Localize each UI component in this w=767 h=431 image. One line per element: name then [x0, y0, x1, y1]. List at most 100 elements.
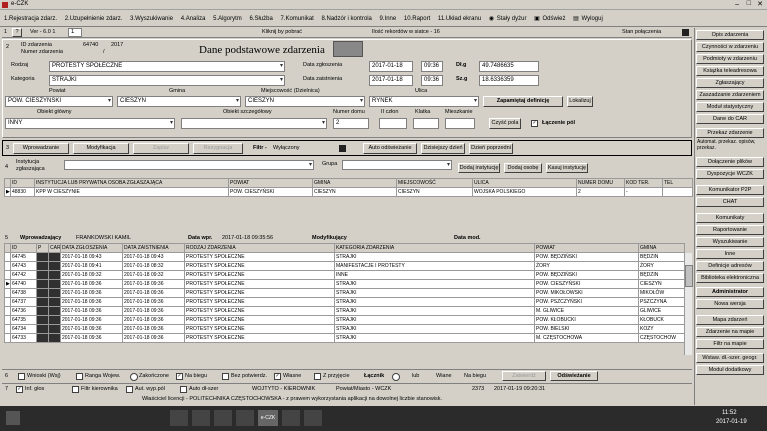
- grupa-select[interactable]: [342, 160, 452, 170]
- menu-analiza[interactable]: 4.Analiza: [181, 16, 206, 22]
- table-row[interactable]: 64734 2017-01-18 09:36 2017-01-18 09:36 PRO…: [4, 324, 685, 334]
- table-row[interactable]: 64733 2017-01-18 09:36 2017-01-18 09:36 PRO…: [4, 333, 685, 343]
- minimize-button[interactable]: –: [735, 1, 739, 8]
- taskbar-app-6[interactable]: [304, 410, 322, 426]
- czynnosci-w-zdarzeniu-button[interactable]: Czynności w zdarzeniu: [696, 42, 764, 52]
- menu-uklad[interactable]: 11.Układ ekranu: [438, 16, 481, 22]
- zatwierdz-button[interactable]: Zatwierdź: [502, 371, 546, 381]
- menu-komunikat[interactable]: 7.Komunikat: [280, 16, 313, 22]
- numer-domu-field[interactable]: 2: [333, 118, 369, 129]
- table-row[interactable]: 64738 2017-01-18 09:36 2017-01-18 09:36 PRO…: [4, 288, 685, 298]
- filter-z-przyjecie[interactable]: [314, 373, 321, 380]
- wstaw-dl-szer-button[interactable]: Wstaw. dł.-szer. geogr.: [696, 353, 764, 363]
- gmina-select[interactable]: CIESZYN: [117, 96, 241, 107]
- dodaj-instytucje-button[interactable]: Dodaj instytucję: [458, 163, 500, 173]
- column-header[interactable]: NUMER DOMU: [576, 178, 625, 188]
- close-button[interactable]: ✕: [757, 0, 763, 8]
- column-header[interactable]: MIEJSCOWOŚĆ: [396, 178, 473, 188]
- menu-wyloguj[interactable]: Wyloguj: [582, 16, 603, 22]
- menu-algorytm[interactable]: 5.Algorytm: [213, 16, 242, 22]
- menu-inne[interactable]: 9.Inne: [380, 16, 397, 22]
- raportowanie-button[interactable]: Raportowanie: [696, 225, 764, 235]
- page-field[interactable]: 1: [68, 28, 82, 37]
- menu-sluzba[interactable]: 6.Służba: [249, 16, 272, 22]
- lacznik-radio[interactable]: [392, 373, 400, 381]
- kategoria-select[interactable]: STRAJKI: [49, 75, 285, 86]
- odswiezanie-button[interactable]: Odświeżanie: [550, 371, 598, 381]
- ii-czlon-field[interactable]: [379, 118, 407, 129]
- filtr-kierownika-checkbox[interactable]: [72, 386, 79, 393]
- column-header[interactable]: RODZAJ ZDARZENIA: [184, 243, 335, 253]
- komunikator-p2p-button[interactable]: Komunikator P2P: [696, 185, 764, 195]
- filter-bez-potw[interactable]: [222, 373, 229, 380]
- help-button[interactable]: ?: [12, 28, 22, 37]
- filter-na-biegu[interactable]: ✓: [176, 373, 183, 380]
- column-header[interactable]: TEL: [662, 178, 693, 188]
- zdarzenie-na-mapie-button[interactable]: Zdarzenie na mapie: [696, 327, 764, 337]
- zaszadzanie-zdarzeniem-button[interactable]: Zaszadzanie zdarzeniem: [696, 90, 764, 100]
- opis-zdarzenia-button[interactable]: Opis zdarzenia: [696, 30, 764, 40]
- godz-zaistnienia-field[interactable]: 09:36: [421, 75, 443, 86]
- table-row[interactable]: 64743 2017-01-18 09:41 2017-01-18 08:32 PRO…: [4, 261, 685, 271]
- column-header[interactable]: GMINA: [312, 178, 397, 188]
- maximize-button[interactable]: □: [747, 0, 751, 7]
- laczenie-pol-checkbox[interactable]: ✓: [531, 120, 538, 127]
- menu-uzupelnienie[interactable]: 2.Uzupełnienie zdarz.: [65, 16, 123, 22]
- mieszkanie-field[interactable]: [445, 118, 475, 129]
- czysc-pola-button[interactable]: Czyść pola: [489, 118, 521, 129]
- column-header[interactable]: CAR: [48, 243, 61, 253]
- taskbar-app-1[interactable]: [170, 410, 188, 426]
- click-hint[interactable]: Kliknij by pobrać: [262, 29, 302, 36]
- column-header[interactable]: P: [36, 243, 49, 253]
- przekaz-zdarzenie-button[interactable]: Przekaz zdarzenie: [696, 128, 764, 138]
- rezygnacja-button[interactable]: Rezygnacja: [193, 143, 243, 154]
- column-header[interactable]: ID: [10, 178, 35, 188]
- zglaszajacy-button[interactable]: Zgłaszający: [696, 78, 764, 88]
- menu-nadzor[interactable]: 8.Nadzór i kontrola: [322, 16, 372, 22]
- biblioteka-elektroniczna-button[interactable]: Biblioteka elektroniczna: [696, 273, 764, 283]
- column-header[interactable]: DATA ZGŁOSZENIA: [60, 243, 123, 253]
- komunikaty-button[interactable]: Komunikaty: [696, 213, 764, 223]
- auto-odswiezanie-button[interactable]: Auto odświeżanie: [363, 143, 417, 154]
- table-row[interactable]: ▶ 48830 KPP W CIESZYNIE POW. CIESZYŃSKI …: [4, 187, 693, 197]
- nowa-wersja-button[interactable]: Nowa wersja: [696, 299, 764, 309]
- taskbar-eczk[interactable]: e-CZK: [258, 410, 278, 426]
- lokalizuj-button[interactable]: Lokalizuj: [567, 96, 593, 107]
- instytucja-select[interactable]: [64, 160, 314, 170]
- taskbar-app-2[interactable]: [192, 410, 210, 426]
- dyspozycje-wczk-button[interactable]: Dyspozycje WCZK: [696, 169, 764, 179]
- zapamietaj-button[interactable]: Zapamiętaj definicję: [483, 96, 563, 107]
- start-icon[interactable]: [6, 411, 20, 425]
- column-header[interactable]: ULICA: [472, 178, 577, 188]
- zapisz-button[interactable]: Zapisz: [133, 143, 189, 154]
- chat-button[interactable]: CHAT: [696, 197, 764, 207]
- administrator-button[interactable]: Administrator: [696, 287, 764, 297]
- rodzaj-select[interactable]: PROTESTY SPOŁECZNE: [49, 61, 285, 72]
- table-row[interactable]: 64742 2017-01-18 09:32 2017-01-18 09:32 PRO…: [4, 270, 685, 280]
- auto-dl-checkbox[interactable]: [180, 386, 187, 393]
- dolaczenie-plikow-button[interactable]: Dołączenie plików: [696, 157, 764, 167]
- wprowadzanie-button[interactable]: Wprowadzanie: [13, 143, 69, 154]
- filter-ranga[interactable]: [76, 373, 83, 380]
- ulica-select[interactable]: RYNEK: [369, 96, 479, 107]
- table-row[interactable]: 64745 2017-01-18 09:43 2017-01-18 09:43 PRO…: [4, 252, 685, 262]
- column-header[interactable]: POWIAT: [228, 178, 313, 188]
- column-header[interactable]: KATEGORIA ZDARZENIA: [334, 243, 535, 253]
- taskbar-app-4[interactable]: [236, 410, 254, 426]
- data-zgloszenia-field[interactable]: 2017-01-18: [369, 61, 413, 72]
- modyfikacja-button[interactable]: Modyfikacja: [73, 143, 129, 154]
- obiekt-szcz-select[interactable]: [181, 118, 327, 129]
- table-row[interactable]: ▶ 64740 2017-01-18 09:36 2017-01-18 09:36 PR…: [4, 279, 685, 289]
- dzisiejszy-dzien-button[interactable]: Dzisiejszy dzień: [421, 143, 465, 154]
- kasuj-instytucje-button[interactable]: Kasuj instytucję: [546, 163, 588, 173]
- klatka-field[interactable]: [413, 118, 439, 129]
- wyszukiwanie-button[interactable]: Wyszukiwanie: [696, 237, 764, 247]
- table-row[interactable]: 64735 2017-01-18 09:36 2017-01-18 09:36 PRO…: [4, 315, 685, 325]
- godz-zgloszenia-field[interactable]: 09:36: [421, 61, 443, 72]
- podmioty-w-zdarzeniu-button[interactable]: Podmioty w zdarzeniu: [696, 54, 764, 64]
- mapa-zdarzen-button[interactable]: Mapa zdarzeń: [696, 315, 764, 325]
- definicje-adresow-button[interactable]: Definicje adresów: [696, 261, 764, 271]
- column-header[interactable]: INSTYTUCJA LUB PRYWATNA OSOBA ZGŁASZAJĄC…: [34, 178, 229, 188]
- aut-wyp-checkbox[interactable]: [126, 386, 133, 393]
- events-scrollbar[interactable]: [684, 253, 693, 355]
